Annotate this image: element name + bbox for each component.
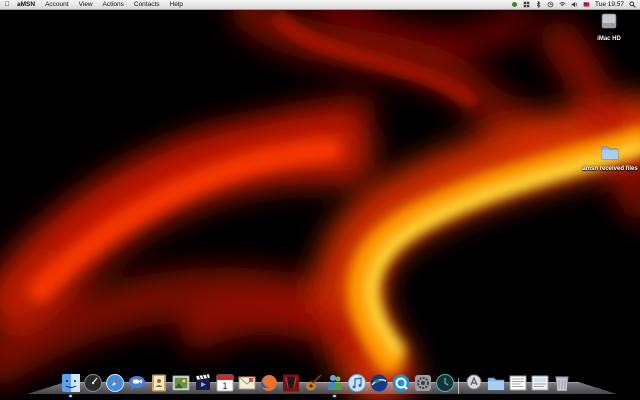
firefox-icon [260, 375, 277, 391]
trash-icon [555, 376, 568, 392]
spotlight-icon[interactable] [629, 1, 636, 8]
dock: 1 [60, 368, 572, 397]
menu-actions[interactable]: Actions [98, 0, 129, 10]
dock-dashboard[interactable] [82, 372, 103, 394]
dock-mail[interactable] [236, 372, 257, 394]
finder-icon [61, 374, 80, 392]
dock-safari[interactable] [104, 372, 125, 394]
dock-ical[interactable]: 1 [214, 372, 235, 394]
desktop-wallpaper [0, 0, 640, 400]
time-machine-icon [435, 374, 454, 392]
spaces-icon[interactable] [523, 1, 530, 8]
menu-contacts[interactable]: Contacts [129, 0, 165, 10]
dock-itunes[interactable] [346, 372, 367, 394]
amsn-status-icon[interactable] [511, 1, 518, 8]
flag-icon[interactable] [583, 1, 590, 8]
dock-google-earth[interactable] [368, 372, 389, 394]
svg-text:1: 1 [222, 381, 227, 391]
dock-preview[interactable] [170, 372, 191, 394]
dock-garageband[interactable] [302, 372, 323, 394]
desktop-icon-label: iMac HD [597, 36, 621, 42]
documents-stack-icon [509, 375, 526, 391]
running-indicator [333, 395, 336, 397]
quicktime-icon [392, 374, 409, 392]
dock-trash[interactable] [551, 372, 572, 394]
preview-icon [172, 375, 189, 391]
applications-stack-icon [466, 374, 481, 390]
imovie-icon [195, 373, 210, 390]
wifi-icon[interactable] [559, 1, 566, 8]
garageband-icon [305, 374, 322, 391]
ichat-icon [128, 376, 145, 390]
apple-menu-icon[interactable]:  [0, 1, 14, 8]
dock-documents-stack[interactable] [507, 372, 528, 394]
system-preferences-icon [414, 375, 431, 391]
dock-folder-stack[interactable] [485, 372, 506, 394]
dock-imovie[interactable] [192, 372, 213, 394]
running-indicator [69, 395, 72, 397]
amsn-icon [327, 375, 342, 390]
folder-icon [601, 146, 619, 160]
menu-view[interactable]: View [74, 0, 98, 10]
dock-system-preferences[interactable] [412, 372, 433, 394]
menu-bar:  aMSN Account View Actions Contacts Hel… [0, 0, 640, 10]
menu-account[interactable]: Account [40, 0, 74, 10]
photo-booth-icon [282, 374, 299, 392]
google-earth-icon [370, 374, 387, 392]
menu-clock[interactable]: Tue 19:57 [595, 1, 624, 8]
folder-stack-icon [487, 377, 504, 391]
address-book-icon [151, 374, 166, 392]
desktop-icon-label: amsn received files [582, 166, 638, 172]
hard-drive-icon [601, 13, 617, 29]
itunes-icon [347, 374, 366, 392]
dock-finder[interactable] [60, 372, 81, 397]
desktop-icon-amsn-received-files[interactable]: amsn received files [580, 143, 640, 172]
dock-separator [456, 372, 462, 394]
downloads-stack-icon [531, 375, 548, 391]
dashboard-icon [83, 374, 102, 392]
ical-icon: 1 [216, 374, 233, 392]
dock-address-book[interactable] [148, 372, 169, 394]
dock-time-machine[interactable] [434, 372, 455, 394]
desktop-icon-imac-hd[interactable]: iMac HD [579, 11, 639, 42]
dock-amsn[interactable] [324, 372, 345, 397]
dock-photo-booth[interactable] [280, 372, 301, 394]
safari-icon [105, 374, 124, 392]
dock-quicktime[interactable] [390, 372, 411, 394]
mail-icon [238, 376, 255, 390]
menu-help[interactable]: Help [165, 0, 188, 10]
dock-firefox[interactable] [258, 372, 279, 394]
dock-ichat[interactable] [126, 372, 147, 394]
time-machine-menu-icon[interactable] [547, 1, 554, 8]
bluetooth-icon[interactable] [535, 1, 542, 8]
volume-icon[interactable] [571, 1, 578, 8]
menu-app-name[interactable]: aMSN [14, 0, 40, 10]
dock-applications-stack[interactable] [463, 372, 484, 394]
dock-downloads-stack[interactable] [529, 372, 550, 394]
